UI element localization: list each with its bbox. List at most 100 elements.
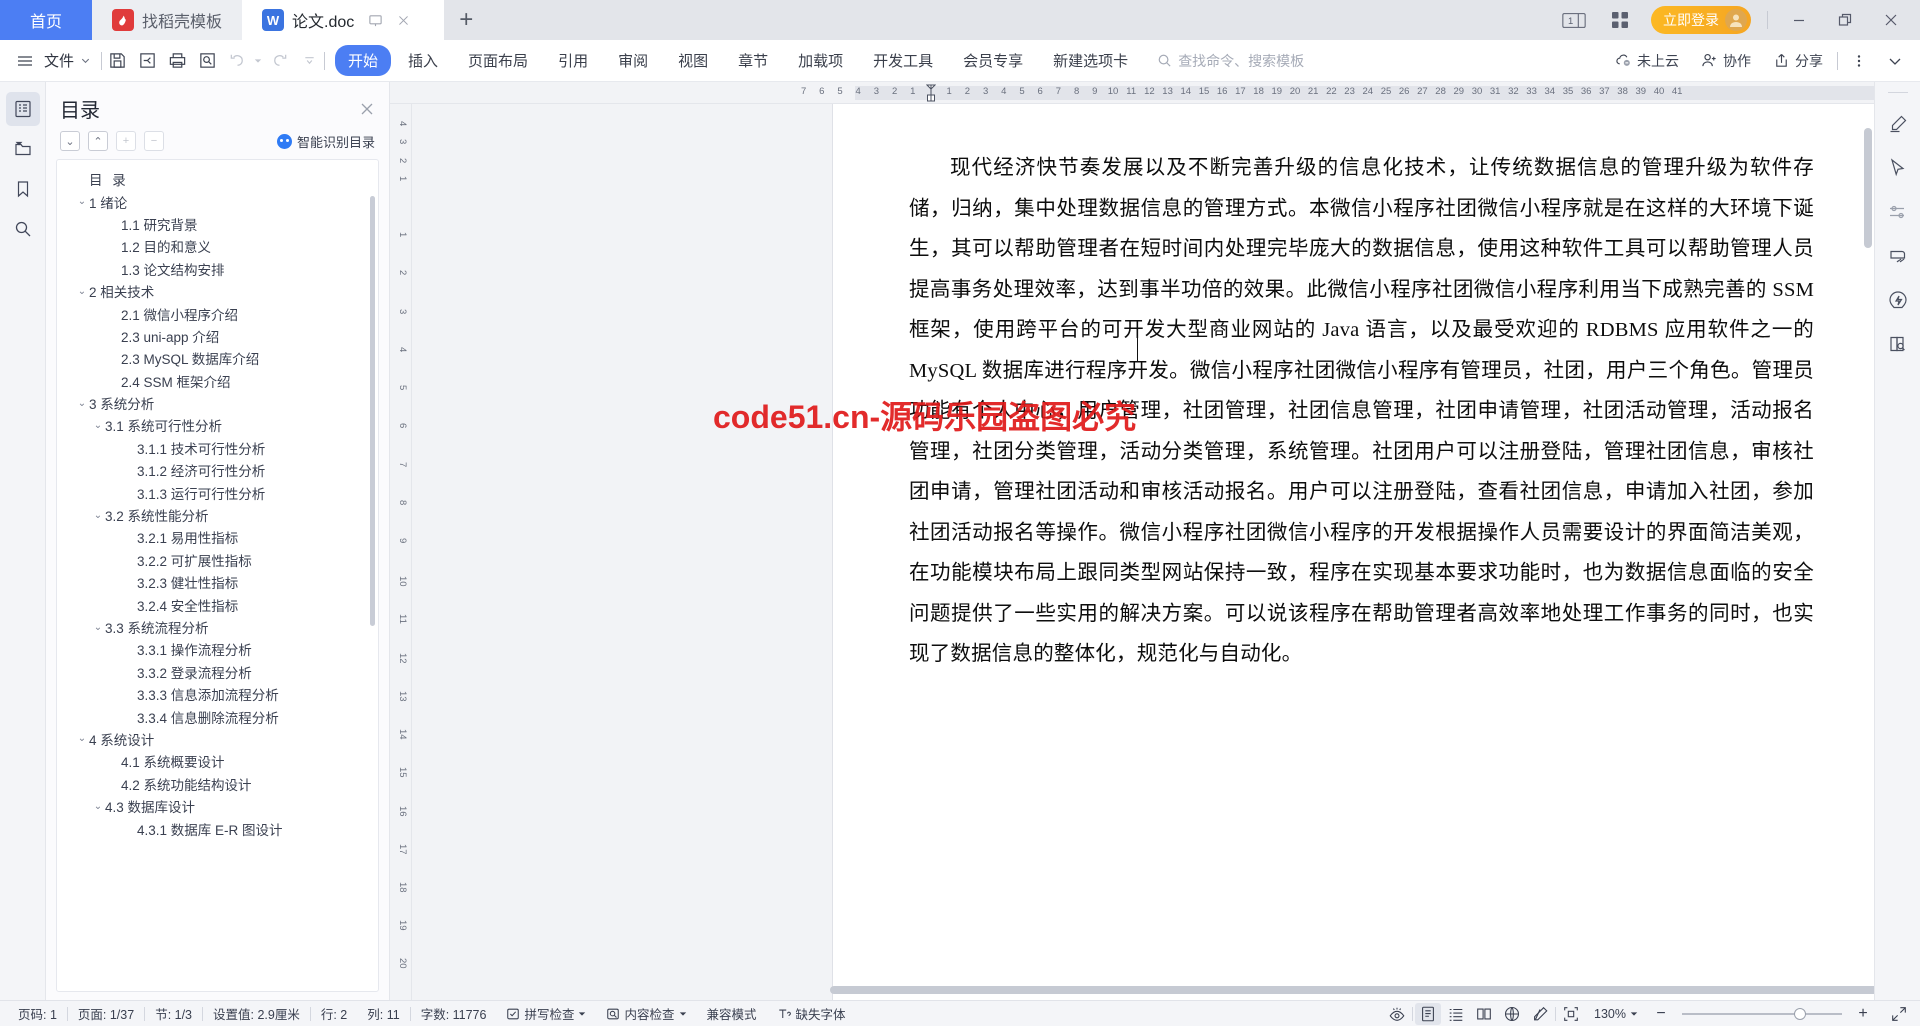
toc-item[interactable]: 3.2.4 安全性指标 [57, 593, 378, 615]
tab-review[interactable]: 审阅 [605, 45, 661, 76]
panel-item-ocr[interactable] [1883, 241, 1913, 271]
toc-item[interactable]: ⌄ 3.1 系统可行性分析 [57, 414, 378, 436]
close-icon[interactable] [397, 14, 410, 27]
chevron-down-icon[interactable]: ⌄ [75, 286, 89, 297]
smart-toc-button[interactable]: 智能识别目录 [276, 132, 375, 151]
login-button[interactable]: 立即登录 [1651, 6, 1751, 34]
status-missing-font[interactable]: 缺失字体 [767, 1004, 856, 1023]
menu-icon[interactable] [10, 46, 40, 76]
vertical-scrollbar[interactable] [1864, 128, 1872, 964]
print-button[interactable] [162, 46, 192, 76]
undo-button[interactable] [222, 46, 252, 76]
more-vertical-icon[interactable] [1844, 46, 1874, 76]
tab-section[interactable]: 章节 [725, 45, 781, 76]
document-page[interactable]: 现代经济快节奏发展以及不断完善升级的信息化技术，让传统数据信息的管理升级为软件存… [713, 104, 1874, 1000]
first-line-indent-marker[interactable] [926, 84, 936, 102]
zoom-level[interactable]: 130% [1594, 1007, 1640, 1021]
command-search[interactable]: 查找命令、搜索模板 [1157, 51, 1304, 71]
customize-qat-button[interactable] [294, 46, 324, 76]
chevron-down-icon[interactable]: ⌄ [75, 733, 89, 744]
toc-item[interactable]: 3.3.3 信息添加流程分析 [57, 683, 378, 705]
toc-item[interactable]: ⌄ 4 系统设计 [57, 728, 378, 750]
status-page-total[interactable]: 页面: 1/37 [68, 1004, 144, 1023]
view-outline[interactable] [1443, 1003, 1469, 1025]
save-button[interactable] [102, 46, 132, 76]
chevron-down-icon[interactable]: ⌄ [91, 801, 105, 812]
print-preview-button[interactable] [192, 46, 222, 76]
demote-level-button[interactable]: − [144, 131, 164, 151]
toc-item[interactable]: ⌄ 3.2 系统性能分析 [57, 504, 378, 526]
panel-item-style-brush[interactable] [1883, 109, 1913, 139]
tab-new-tab[interactable]: 新建选项卡 [1040, 45, 1141, 76]
horizontal-ruler[interactable]: 7 6 5 4 3 2 1 1 2 3 4 5 6 7 8 9 10 11 12 13 14 15 16 17 18 19 20 21… [390, 82, 1874, 104]
promote-level-button[interactable]: + [116, 131, 136, 151]
toc-item[interactable]: 4.2 系统功能结构设计 [57, 773, 378, 795]
toc-item[interactable]: ⌄ 1 绪论 [57, 190, 378, 212]
tab-insert[interactable]: 插入 [395, 45, 451, 76]
view-page-layout[interactable] [1415, 1002, 1442, 1025]
panel-item-select[interactable] [1883, 153, 1913, 183]
status-row[interactable]: 行: 2 [311, 1004, 357, 1023]
toc-item[interactable]: 目 录 [57, 168, 378, 190]
tab-references[interactable]: 引用 [545, 45, 601, 76]
collapse-ribbon-icon[interactable] [1880, 46, 1910, 76]
zoom-slider-knob[interactable] [1794, 1007, 1806, 1020]
toc-item[interactable]: 1.3 论文结构安排 [57, 258, 378, 280]
sidebar-item-bookmark[interactable] [6, 172, 40, 206]
document-scroll-region[interactable]: 现代经济快节奏发展以及不断完善升级的信息化技术，让传统数据信息的管理升级为软件存… [390, 104, 1874, 1000]
close-window-icon[interactable] [1876, 5, 1906, 35]
toc-list[interactable]: 目 录 ⌄ 1 绪论 1.1 研究背景 1.2 目的和意义 1.3 论文结构安排 ⌄ 2 相关… [57, 160, 378, 991]
expand-all-button[interactable]: ⌄ [60, 131, 80, 151]
toc-item[interactable]: 3.3.4 信息删除流程分析 [57, 705, 378, 727]
cloud-status-button[interactable]: 未上云 [1607, 46, 1687, 76]
minimize-icon[interactable] [1784, 5, 1814, 35]
toc-item[interactable]: ⌄ 2 相关技术 [57, 280, 378, 302]
sidebar-item-search[interactable] [6, 212, 40, 246]
zoom-out-button[interactable]: − [1648, 1003, 1674, 1025]
fit-page-icon[interactable] [1558, 1003, 1584, 1025]
file-menu-button[interactable]: 文件 [40, 50, 101, 71]
toc-item[interactable]: 4.1 系统概要设计 [57, 750, 378, 772]
share-button[interactable]: 分享 [1765, 46, 1831, 76]
new-tab-button[interactable]: + [444, 0, 488, 40]
toc-item[interactable]: ⌄ 3.3 系统流程分析 [57, 616, 378, 638]
collaborate-button[interactable]: 协作 [1693, 46, 1759, 76]
chevron-down-icon[interactable]: ⌄ [75, 196, 89, 207]
toc-scrollbar[interactable] [370, 196, 375, 626]
toc-item[interactable]: 1.1 研究背景 [57, 213, 378, 235]
toc-item[interactable]: 2.3 MySQL 数据库介绍 [57, 347, 378, 369]
grid-view-icon[interactable] [1605, 5, 1635, 35]
horizontal-scroll-thumb[interactable] [830, 986, 1874, 994]
toc-item[interactable]: 3.2.2 可扩展性指标 [57, 549, 378, 571]
tab-developer[interactable]: 开发工具 [860, 45, 946, 76]
undo-dropdown-icon[interactable] [252, 46, 264, 76]
toc-item[interactable]: ⌄ 3 系统分析 [57, 392, 378, 414]
toc-item[interactable]: ⌄ 4.3 数据库设计 [57, 795, 378, 817]
collapse-all-button[interactable]: ⌃ [88, 131, 108, 151]
zoom-slider[interactable] [1682, 1007, 1842, 1020]
tab-start[interactable]: 开始 [335, 45, 392, 76]
restore-icon[interactable] [1830, 5, 1860, 35]
chevron-down-icon[interactable]: ⌄ [91, 510, 105, 521]
chevron-down-icon[interactable]: ⌄ [75, 398, 89, 409]
toc-item[interactable]: 4.3.1 数据库 E-R 图设计 [57, 817, 378, 839]
document-paragraph[interactable]: 现代经济快节奏发展以及不断完善升级的信息化技术，让传统数据信息的管理升级为软件存… [909, 148, 1814, 675]
status-col[interactable]: 列: 11 [357, 1004, 409, 1023]
fullscreen-icon[interactable] [1886, 1003, 1912, 1025]
toc-item[interactable]: 3.3.2 登录流程分析 [57, 661, 378, 683]
status-word-count[interactable]: 字数: 11776 [411, 1004, 497, 1023]
toc-item[interactable]: 3.2.1 易用性指标 [57, 526, 378, 548]
status-setting-value[interactable]: 设置值: 2.9厘米 [203, 1004, 310, 1023]
chevron-down-icon[interactable]: ⌄ [91, 622, 105, 633]
sidebar-item-thumbnails[interactable] [6, 132, 40, 166]
save-as-button[interactable] [132, 46, 162, 76]
present-icon[interactable] [368, 13, 383, 28]
toc-item[interactable]: 3.2.3 健壮性指标 [57, 571, 378, 593]
panel-item-settings[interactable] [1883, 197, 1913, 227]
page-count-icon[interactable]: 1 [1559, 5, 1589, 35]
status-page-number[interactable]: 页码: 1 [8, 1004, 67, 1023]
panel-item-ai[interactable] [1883, 285, 1913, 315]
close-icon[interactable] [359, 101, 375, 117]
status-compat-mode[interactable]: 兼容模式 [697, 1004, 767, 1023]
view-web[interactable] [1499, 1003, 1525, 1025]
